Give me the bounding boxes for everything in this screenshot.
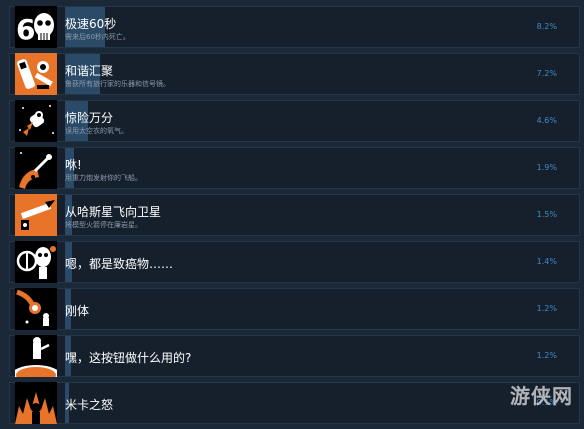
achievement-row[interactable]: 刚体 1.2% — [9, 288, 580, 330]
meteor-icon — [15, 288, 57, 330]
achievement-row[interactable]: 6 极速60秒 需来后60秒内死亡。 8.2% — [9, 6, 580, 48]
unlock-percent: 1.2% — [536, 304, 557, 313]
achievement-list: 6 极速60秒 需来后60秒内死亡。 8.2% 和谐汇聚 鲁获所有旅行家的乐器和… — [0, 0, 584, 429]
unlock-percent: 4.6% — [536, 116, 557, 125]
unlock-percent: 1.5% — [536, 210, 557, 219]
achievement-row[interactable]: 嘿，这按钮做什么用的? 1.2% — [9, 335, 580, 377]
unlock-percent: 7.2% — [536, 69, 557, 78]
achievement-description: 用重力炮发射你的飞船。 — [65, 174, 142, 182]
svg-text:6: 6 — [16, 13, 35, 46]
model-rocket-icon — [15, 194, 57, 236]
achievement-description: 需来后60秒内死亡。 — [65, 33, 130, 41]
achievement-row[interactable]: 米卡之怒 0.1% — [9, 382, 580, 424]
achievement-row[interactable]: 从哈斯星飞向卫星 将模型火箭停在廉岩星。 1.5% — [9, 194, 580, 236]
achievement-row[interactable]: 和谐汇聚 鲁获所有旅行家的乐器和信号镜。 7.2% — [9, 53, 580, 95]
achievement-title: 从哈斯星飞向卫星 — [65, 205, 162, 219]
fire-figure-icon — [15, 382, 57, 424]
achievement-title: 咻! — [65, 158, 82, 172]
achievement-title: 刚体 — [65, 304, 90, 318]
sixty-skull-icon: 6 — [15, 6, 57, 48]
achievement-row[interactable]: 惊险万分 误用太空衣的氧气。 4.6% — [9, 100, 580, 142]
jetpack-astronaut-icon — [15, 100, 57, 142]
achievement-row[interactable]: 咻! 用重力炮发射你的飞船。 1.9% — [9, 147, 580, 189]
unlock-percent: 1.9% — [536, 163, 557, 172]
achievement-description: 鲁获所有旅行家的乐器和信号镜。 — [65, 80, 170, 88]
unlock-percent: 1.4% — [536, 257, 557, 266]
watermark-logo: 游侠网 — [510, 384, 573, 408]
achievement-description: 将模型火箭停在廉岩星。 — [65, 221, 142, 229]
launched-ship-icon — [15, 147, 57, 189]
unlock-percent: 8.2% — [536, 22, 557, 31]
instruments-icon — [15, 53, 57, 95]
achievement-title: 米卡之怒 — [65, 398, 114, 412]
button-press-icon — [15, 335, 57, 377]
achievement-description: 误用太空衣的氧气。 — [65, 127, 128, 135]
achievement-title: 嗯，都是致癌物…… — [65, 257, 174, 271]
achievement-row[interactable]: 嗯，都是致癌物…… 1.4% — [9, 241, 580, 283]
achievement-title: 极速60秒 — [65, 17, 117, 31]
unlock-percent: 1.2% — [536, 351, 557, 360]
skull-figure-icon — [15, 241, 57, 283]
achievement-title: 嘿，这按钮做什么用的? — [65, 351, 192, 365]
achievement-title: 和谐汇聚 — [65, 64, 114, 78]
achievement-title: 惊险万分 — [65, 111, 114, 125]
